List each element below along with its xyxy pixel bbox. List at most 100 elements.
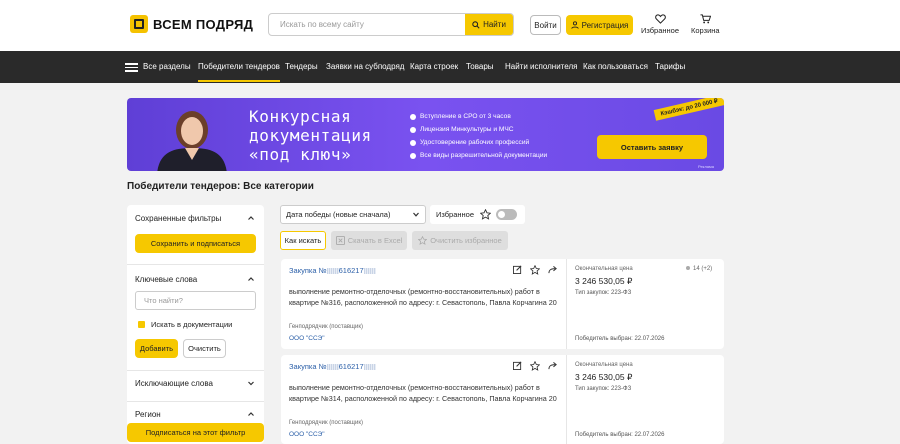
search-icon — [472, 20, 480, 29]
nav-goods[interactable]: Товары — [466, 51, 494, 83]
keywords-input[interactable] — [135, 291, 256, 310]
banner-cta-button[interactable]: Оставить заявку — [597, 135, 707, 159]
tender-link[interactable]: Закупка № 616217 — [289, 362, 376, 371]
check-icon — [410, 152, 416, 159]
share-icon[interactable] — [548, 361, 558, 370]
masked-number — [363, 364, 376, 371]
banner-bullets: Вступление в СРО от 3 часов Лицензия Мин… — [410, 110, 547, 162]
sort-select-value: Дата победы (новые сначала) — [286, 210, 391, 219]
tender-link[interactable]: Закупка № 616217 — [289, 266, 376, 275]
header: ВСЕМ ПОДРЯД Найти Войти Регистрация Избр… — [0, 0, 900, 51]
tender-description: выполнение ремонтно-отделочных (ремонтно… — [289, 287, 557, 307]
search-button[interactable]: Найти — [465, 14, 513, 35]
logo[interactable]: ВСЕМ ПОДРЯД — [130, 15, 253, 33]
banner-bullet: Вступление в СРО от 3 часов — [410, 110, 547, 123]
winner-date: Победитель выбран: 22.07.2026 — [575, 432, 665, 438]
nav-all-sections[interactable]: Все разделы — [143, 51, 191, 83]
masked-number — [326, 268, 339, 275]
card-actions — [513, 361, 566, 371]
filters-sidebar: Сохраненные фильтры Сохранить и подписат… — [127, 205, 264, 444]
search-input[interactable] — [269, 14, 467, 35]
download-excel-button[interactable]: Скачать в Excel — [331, 231, 407, 250]
cart-icon — [700, 14, 711, 24]
tender-link-title: Закупка № — [289, 266, 327, 275]
tender-role: Генподрядчик (поставщик) — [289, 420, 363, 426]
star-icon — [418, 236, 428, 245]
banner-title-line: «под ключ» — [249, 145, 352, 164]
logo-icon — [130, 15, 148, 33]
region-heading[interactable]: Регион — [135, 410, 161, 419]
saved-filters-heading[interactable]: Сохраненные фильтры — [135, 214, 221, 223]
divider — [566, 355, 567, 444]
banner-bullet-text: Вступление в СРО от 3 часов — [420, 113, 511, 120]
star-icon[interactable] — [530, 265, 540, 275]
banner-bullet-text: Удостоверение рабочих профессий — [420, 139, 530, 146]
favorites-toggle[interactable] — [496, 209, 517, 220]
search-in-docs-checkbox[interactable] — [138, 321, 145, 328]
share-icon[interactable] — [548, 265, 558, 274]
clear-favorites-button[interactable]: Очистить избранное — [412, 231, 508, 250]
check-icon — [410, 139, 416, 146]
how-to-search-button[interactable]: Как искать — [280, 231, 326, 250]
banner-title-line: Конкурсная — [249, 107, 352, 126]
search-box: Найти — [268, 13, 514, 36]
nav-find-contractor[interactable]: Найти исполнителя — [505, 51, 577, 83]
cashback-tag: Кэшбэк: до 20 000 ₽ — [653, 98, 724, 121]
chevron-up-icon[interactable] — [248, 411, 254, 417]
subscribe-filter-button[interactable]: Подписаться на этот фильтр — [127, 423, 264, 442]
promo-banner[interactable]: Конкурсная документация «под ключ» Вступ… — [127, 98, 724, 171]
tender-number: 616217 — [338, 266, 364, 275]
tender-card: Закупка № 616217 выполнение ремонтно-отде… — [281, 259, 724, 349]
edit-icon[interactable] — [513, 361, 522, 370]
main-nav: Все разделы Победители тендеров Тендеры … — [0, 51, 900, 83]
register-label: Регистрация — [581, 20, 629, 30]
chevron-down-icon — [413, 212, 419, 217]
price-value: 3 246 530,05 ₽ — [575, 372, 633, 382]
banner-fine-print: Реклама — [697, 164, 714, 169]
tender-org-link[interactable]: ООО "ССЭ" — [289, 335, 325, 342]
banner-bullet: Лицензия Минкультуры и МЧС — [410, 123, 547, 136]
person-image — [157, 111, 227, 171]
star-icon — [480, 209, 491, 220]
clear-favorites-label: Очистить избранное — [430, 236, 502, 245]
heart-icon — [654, 14, 666, 24]
save-subscribe-button[interactable]: Сохранить и подписаться — [135, 234, 256, 253]
menu-icon[interactable] — [125, 63, 138, 74]
price-label: Окончательная цена — [575, 266, 633, 272]
procurement-type: Тип закупок: 223-ФЗ — [575, 290, 632, 296]
count-dot-icon — [686, 266, 690, 271]
masked-number — [326, 364, 339, 371]
nav-tenders[interactable]: Тендеры — [285, 51, 318, 83]
divider — [127, 264, 264, 265]
nav-subcontract[interactable]: Заявки на субподряд — [326, 51, 404, 83]
edit-icon[interactable] — [513, 265, 522, 274]
star-icon[interactable] — [530, 361, 540, 371]
cart-link[interactable]: Корзина — [691, 14, 720, 35]
nav-pricing[interactable]: Тарифы — [655, 51, 685, 83]
keywords-heading[interactable]: Ключевые слова — [135, 275, 197, 284]
chevron-down-icon[interactable] — [248, 380, 254, 386]
favorites-link[interactable]: Избранное — [641, 14, 679, 35]
tender-org-link[interactable]: ООО "ССЭ" — [289, 431, 325, 438]
nav-how-to-use[interactable]: Как пользоваться — [583, 51, 648, 83]
download-excel-label: Скачать в Excel — [347, 236, 403, 245]
participants-count-value: 14 (+2) — [693, 266, 713, 272]
banner-bullet: Все виды разрешительной документации — [410, 149, 547, 162]
price-value: 3 246 530,05 ₽ — [575, 276, 633, 286]
nav-construction-map[interactable]: Карта строек — [410, 51, 458, 83]
tender-link-title: Закупка № — [289, 362, 327, 371]
nav-tender-winners[interactable]: Победители тендеров — [198, 51, 280, 83]
winner-date: Победитель выбран: 22.07.2026 — [575, 336, 665, 342]
sort-select[interactable]: Дата победы (новые сначала) — [280, 205, 426, 224]
banner-title: Конкурсная документация «под ключ» — [249, 107, 372, 164]
add-keyword-button[interactable]: Добавить — [135, 339, 178, 358]
user-icon — [570, 21, 579, 29]
chevron-up-icon[interactable] — [248, 215, 254, 221]
register-button[interactable]: Регистрация — [566, 15, 633, 35]
exclude-words-heading[interactable]: Исключающие слова — [135, 379, 213, 388]
logo-text: ВСЕМ ПОДРЯД — [153, 16, 254, 32]
chevron-up-icon[interactable] — [248, 276, 254, 282]
favorites-label: Избранное — [641, 26, 680, 35]
clear-keywords-button[interactable]: Очистить — [183, 339, 226, 358]
login-button[interactable]: Войти — [530, 15, 561, 35]
